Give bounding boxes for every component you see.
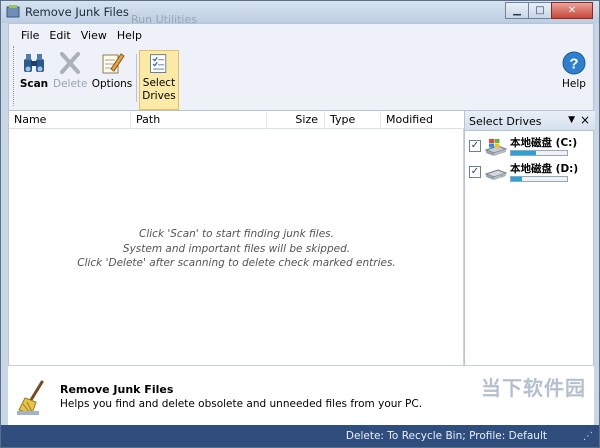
panel-dropdown-icon[interactable]: ▼ [568,115,575,125]
resize-grip-icon[interactable]: ⋰ [583,431,595,443]
help-question-icon: ? [562,51,586,75]
hint-line-scan: Click 'Scan' to start finding junk files… [139,228,334,240]
drive-d-checkbox[interactable]: ✓ [469,166,481,178]
select-drives-panel: Select Drives ▼ × ✓ 本地磁盘 (C:) ✓ 本地磁盘 (D:… [464,111,595,365]
menu-file[interactable]: File [17,27,45,45]
toolbar-divider [136,54,137,102]
binoculars-icon [24,54,44,72]
svg-text:?: ? [569,56,578,73]
file-list-panel: Name Path Size Type Modified Click 'Scan… [8,111,464,365]
delete-x-icon [60,52,80,74]
drive-c-usage-bar [510,150,568,156]
hint-line-skip: System and important files will be skipp… [122,242,351,255]
status-text: Delete: To Recycle Bin; Profile: Default [345,430,547,442]
drive-d-usage-bar [510,176,568,182]
options-pencil-icon [102,53,125,74]
window-controls: ▁ □ ✕ [505,2,593,19]
status-bar: Delete: To Recycle Bin; Profile: Default… [1,425,599,447]
description-panel: Remove Junk Files Helps you find and del… [8,365,594,425]
options-button[interactable]: Options [91,50,133,110]
delete-button[interactable]: Delete [53,50,88,110]
drive-item-d[interactable]: ✓ 本地磁盘 (D:) [469,161,593,185]
column-header-type[interactable]: Type [325,111,381,129]
checklist-icon [150,54,167,73]
menu-view[interactable]: View [77,27,113,45]
drive-c-usage-fill [511,151,537,155]
windows-drive-icon [484,139,508,156]
drives-panel-header: Select Drives ▼ × [465,111,595,131]
options-label: Options [91,78,133,90]
menu-help[interactable]: Help [113,27,148,45]
column-headers: Name Path Size Type Modified [9,111,464,129]
select-drives-button[interactable]: Select Drives [139,50,179,110]
select-drives-label-line2: Drives [142,90,176,103]
drive-d-usage-fill [511,177,523,181]
drive-d-label: 本地磁盘 (D:) [510,163,579,175]
column-header-name[interactable]: Name [9,111,131,129]
hint-line-delete: Click 'Delete' after scanning to delete … [77,257,396,269]
title-bar: Remove Junk Files Run Utilities ▁ □ ✕ [1,1,599,26]
scan-label: Scan [19,78,49,90]
menu-bar: File Edit View Help [17,27,148,45]
window-title: Remove Junk Files [25,5,129,19]
toolbar-grip [13,46,15,106]
site-watermark: 当下软件园 [481,376,586,400]
column-header-modified[interactable]: Modified [381,111,464,129]
help-button[interactable]: ? Help [559,50,589,110]
command-area: File Edit View Help Scan Delete Options … [8,23,594,111]
column-header-path[interactable]: Path [131,111,267,129]
drive-item-c[interactable]: ✓ 本地磁盘 (C:) [469,135,593,159]
close-button[interactable]: ✕ [551,2,593,19]
app-icon [6,5,20,18]
drive-c-checkbox[interactable]: ✓ [469,140,481,152]
drives-panel-title: Select Drives [469,115,542,128]
drive-c-label: 本地磁盘 (C:) [510,137,578,149]
menu-edit[interactable]: Edit [45,27,76,45]
broom-icon [17,380,44,415]
help-label: Help [562,78,586,90]
app-window: Remove Junk Files Run Utilities ▁ □ ✕ Fi… [0,0,600,448]
maximize-button[interactable]: □ [528,2,552,19]
hard-drive-icon [484,169,508,180]
panel-close-icon[interactable]: × [580,113,590,127]
scan-button[interactable]: Scan [19,50,49,110]
description-text: Helps you find and delete obsolete and u… [60,398,423,410]
minimize-button[interactable]: ▁ [505,2,529,19]
column-header-size[interactable]: Size [267,111,325,129]
empty-list-hint: Click 'Scan' to start finding junk files… [9,227,464,271]
select-drives-label-line1: Select [142,77,176,89]
description-title: Remove Junk Files [60,383,174,396]
delete-label: Delete [53,78,88,90]
